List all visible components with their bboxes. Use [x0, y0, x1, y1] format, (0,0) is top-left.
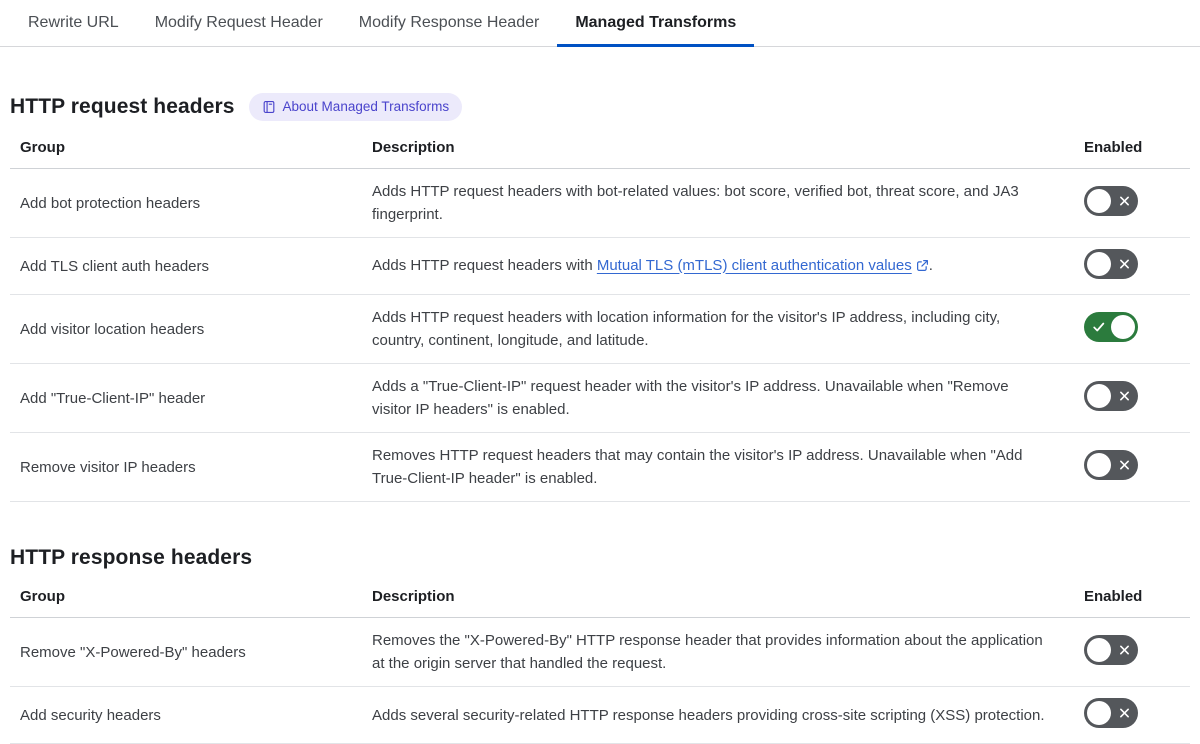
book-icon: [262, 100, 276, 114]
x-icon: [1118, 195, 1131, 208]
toggle-knob: [1087, 189, 1111, 213]
column-header-group: Group: [20, 139, 65, 156]
group-label: Add "True-Client-IP" header: [20, 389, 206, 407]
table-header-row: Group Description Enabled: [10, 131, 1190, 169]
toggle-knob: [1087, 252, 1111, 276]
table-row: Add bot protection headers Adds HTTP req…: [10, 169, 1190, 238]
description-text-before: Adds HTTP request headers with: [372, 256, 597, 274]
badge-label: About Managed Transforms: [282, 99, 450, 115]
tab-rewrite-url[interactable]: Rewrite URL: [10, 0, 137, 47]
tab-managed-transforms[interactable]: Managed Transforms: [557, 0, 755, 47]
toggle-add-bot-protection-headers[interactable]: [1084, 186, 1138, 216]
response-headers-title: HTTP response headers: [10, 546, 253, 569]
mtls-values-link[interactable]: Mutual TLS (mTLS) client authentication …: [597, 257, 912, 274]
table-row: Add "True-Client-IP" header Adds a "True…: [10, 364, 1190, 433]
toggle-add-security-headers[interactable]: [1084, 698, 1138, 728]
column-header-description: Description: [372, 139, 455, 156]
external-link-icon[interactable]: [916, 259, 929, 276]
table-row: Remove visitor IP headers Removes HTTP r…: [10, 433, 1190, 502]
table-header-row: Group Description Enabled: [10, 580, 1190, 618]
group-label: Remove "X-Powered-By" headers: [20, 643, 246, 661]
transform-rules-tab-bar: Rewrite URL Modify Request Header Modify…: [0, 0, 1200, 47]
group-label: Add bot protection headers: [20, 194, 201, 212]
column-header-enabled: Enabled: [1084, 139, 1143, 156]
toggle-add-tls-client-auth-headers[interactable]: [1084, 249, 1138, 279]
x-icon: [1118, 459, 1131, 472]
description-text: Adds several security-related HTTP respo…: [372, 706, 1045, 724]
toggle-knob: [1087, 453, 1111, 477]
toggle-knob: [1087, 701, 1111, 725]
response-headers-section: HTTP response headers Group Description …: [10, 546, 1190, 744]
table-row: Add security headers Adds several securi…: [10, 687, 1190, 744]
toggle-knob: [1087, 384, 1111, 408]
description-text-after: .: [928, 256, 933, 274]
toggle-remove-visitor-ip-headers[interactable]: [1084, 450, 1138, 480]
group-label: Add visitor location headers: [20, 320, 205, 338]
tab-modify-request-header[interactable]: Modify Request Header: [137, 0, 341, 47]
x-icon: [1118, 644, 1131, 657]
x-icon: [1118, 707, 1131, 720]
toggle-knob: [1111, 315, 1135, 339]
toggle-add-visitor-location-headers[interactable]: [1084, 312, 1138, 342]
group-label: Remove visitor IP headers: [20, 458, 196, 476]
table-row: Add TLS client auth headers Adds HTTP re…: [10, 238, 1190, 295]
request-headers-table: Group Description Enabled Add bot protec…: [10, 131, 1190, 502]
column-header-description: Description: [372, 588, 455, 605]
column-header-enabled: Enabled: [1084, 588, 1143, 605]
request-headers-title: HTTP request headers: [10, 95, 235, 118]
description-text: Removes the "X-Powered-By" HTTP response…: [372, 632, 1043, 672]
group-label: Add TLS client auth headers: [20, 257, 210, 275]
description-text: Adds HTTP request headers with location …: [372, 309, 1001, 349]
tab-modify-response-header[interactable]: Modify Response Header: [341, 0, 558, 47]
description-text: Adds HTTP request headers with bot-relat…: [372, 183, 1019, 223]
check-icon: [1092, 320, 1106, 334]
response-headers-table: Group Description Enabled Remove "X-Powe…: [10, 580, 1190, 744]
description-text: Adds HTTP request headers with Mutual TL…: [372, 254, 1070, 279]
table-row: Add visitor location headers Adds HTTP r…: [10, 295, 1190, 364]
toggle-knob: [1087, 638, 1111, 662]
column-header-group: Group: [20, 588, 65, 605]
x-icon: [1118, 258, 1131, 271]
x-icon: [1118, 390, 1131, 403]
toggle-remove-x-powered-by-headers[interactable]: [1084, 635, 1138, 665]
group-label: Add security headers: [20, 706, 161, 724]
toggle-add-true-client-ip-header[interactable]: [1084, 381, 1138, 411]
about-managed-transforms-badge[interactable]: About Managed Transforms: [248, 93, 463, 121]
request-headers-section: HTTP request headers About Managed Trans…: [10, 93, 1190, 502]
description-text: Adds a "True-Client-IP" request header w…: [372, 378, 1009, 418]
description-text: Removes HTTP request headers that may co…: [372, 447, 1023, 487]
table-row: Remove "X-Powered-By" headers Removes th…: [10, 618, 1190, 687]
